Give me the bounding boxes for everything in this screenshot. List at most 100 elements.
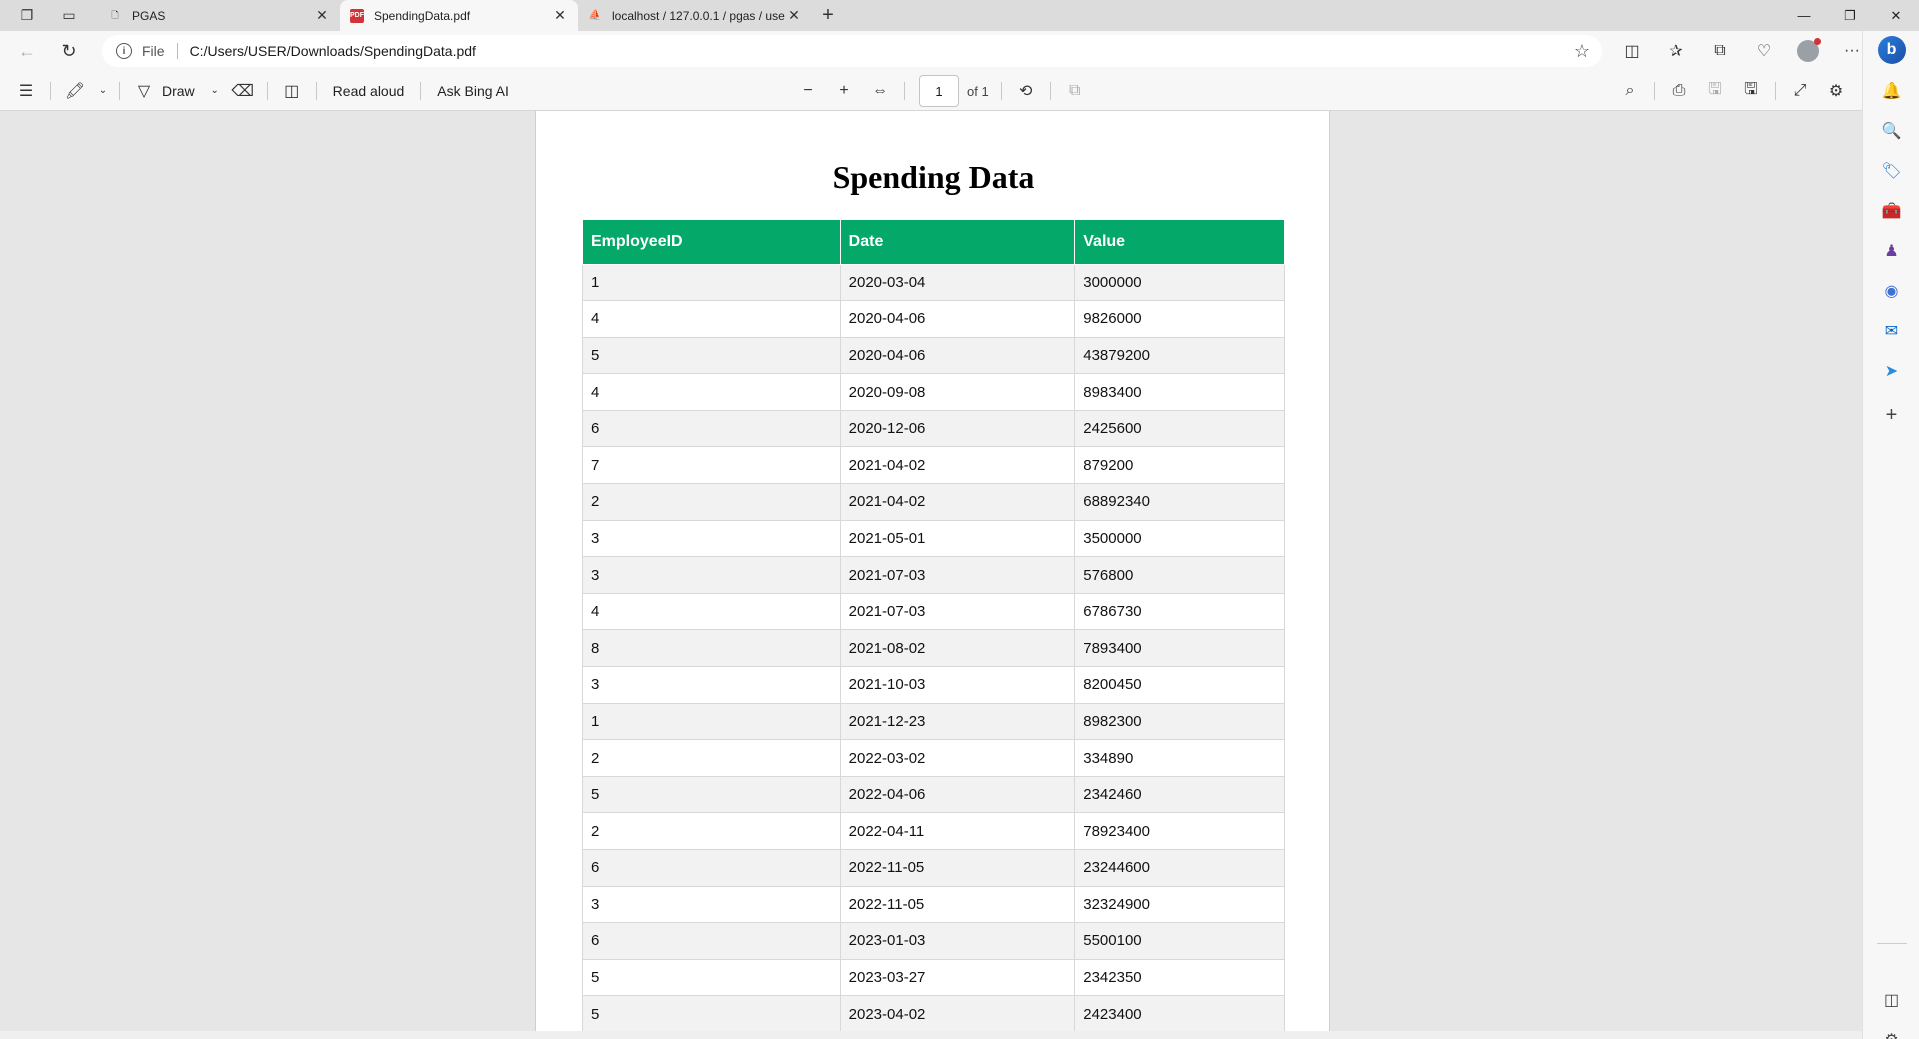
browser-essentials-icon[interactable]: ♡: [1742, 31, 1786, 71]
table-cell: 2023-03-27: [839, 958, 1076, 997]
restore-icon[interactable]: ❐: [1827, 0, 1873, 31]
tab-spendingdata[interactable]: PDF SpendingData.pdf ✕: [340, 0, 578, 31]
table-row: 5 2022-04-06 2342460: [582, 775, 1285, 814]
address-bar-row: ← ↻ i File C:/Users/USER/Downloads/Spend…: [0, 31, 1919, 71]
table-cell: 2022-03-02: [839, 739, 1076, 777]
table-cell: 5: [582, 775, 841, 814]
table-cell: 2023-04-02: [839, 995, 1076, 1031]
table-cell: 4: [582, 300, 841, 338]
divider: [904, 82, 905, 100]
highlight-icon[interactable]: 🖍: [57, 71, 93, 111]
close-tab-icon[interactable]: ✕: [552, 7, 568, 24]
table-cell: 2425600: [1074, 409, 1285, 448]
close-tab-icon[interactable]: ✕: [314, 7, 330, 24]
games-icon[interactable]: ♟: [1863, 235, 1919, 267]
pdf-toolbar: ☰ 🖍 ⌄ ▽ Draw ⌄ ⌫ ◫ Read aloud Ask Bing A…: [0, 71, 1862, 111]
contents-icon[interactable]: ☰: [8, 71, 44, 111]
draw-icon[interactable]: ▽: [126, 71, 162, 111]
table-row: 3 2022-11-05 32324900: [582, 885, 1285, 924]
page-view-icon[interactable]: ◫: [274, 71, 310, 111]
table-cell: 1: [582, 263, 841, 302]
shopping-icon[interactable]: 🏷: [1863, 155, 1919, 187]
chevron-down-icon[interactable]: ⌄: [93, 71, 113, 111]
table-cell: 879200: [1074, 446, 1285, 485]
table-cell: 1: [582, 702, 841, 741]
zoom-in-icon[interactable]: +: [826, 71, 862, 111]
chevron-down-icon[interactable]: ⌄: [205, 71, 225, 111]
add-icon[interactable]: +: [1863, 399, 1919, 431]
close-window-icon[interactable]: ✕: [1873, 0, 1919, 31]
back-button[interactable]: ←: [6, 31, 48, 71]
avatar[interactable]: [1797, 38, 1821, 62]
table-cell: 8982300: [1074, 702, 1285, 741]
divider: [176, 43, 178, 59]
favorites-icon[interactable]: ✰: [1654, 31, 1698, 71]
table-cell: 2020-12-06: [839, 409, 1076, 448]
drop-icon[interactable]: ➤: [1863, 355, 1919, 387]
zoom-out-icon[interactable]: −: [790, 71, 826, 111]
notifications-icon[interactable]: 🔔: [1863, 75, 1919, 107]
read-aloud-button[interactable]: Read aloud: [323, 71, 415, 111]
search-icon[interactable]: 🔍: [1863, 115, 1919, 147]
page-number-input[interactable]: 1: [919, 75, 959, 107]
bing-chat-button[interactable]: b: [1863, 34, 1919, 66]
search-icon[interactable]: ⌕: [1612, 71, 1648, 111]
table-cell: 2021-12-23: [839, 702, 1076, 741]
tools-icon[interactable]: 🧰: [1863, 195, 1919, 227]
eraser-icon[interactable]: ⌫: [225, 71, 261, 111]
hide-sidebar-icon[interactable]: ◫: [1863, 984, 1919, 1016]
table-cell: 6: [582, 409, 841, 448]
rotate-icon[interactable]: ⟲: [1008, 71, 1044, 111]
phpmyadmin-icon: ⛵: [588, 10, 602, 21]
save-icon[interactable]: 🖫: [1697, 71, 1733, 111]
minimize-icon[interactable]: —: [1781, 0, 1827, 31]
microsoft-365-icon[interactable]: ◉: [1863, 275, 1919, 307]
table-cell: 32324900: [1074, 885, 1285, 924]
document-title: Spending Data: [832, 159, 1035, 195]
table-row: 1 2021-12-23 8982300: [582, 702, 1285, 741]
settings-icon[interactable]: ⚙: [1818, 71, 1854, 111]
table-cell: 43879200: [1074, 336, 1285, 375]
favorite-star-icon[interactable]: ☆: [1574, 41, 1590, 62]
table-cell: 334890: [1074, 739, 1285, 777]
url-scheme: File: [142, 43, 165, 59]
address-bar[interactable]: i File C:/Users/USER/Downloads/SpendingD…: [102, 35, 1602, 67]
fit-width-icon[interactable]: ⇔: [862, 71, 898, 111]
table-cell: 8200450: [1074, 666, 1285, 704]
close-tab-icon[interactable]: ✕: [786, 7, 802, 24]
split-screen-icon[interactable]: ◫: [1610, 31, 1654, 71]
table-cell: 2021-07-03: [839, 592, 1076, 631]
new-tab-button[interactable]: +: [812, 0, 844, 31]
table-row: 2 2022-03-02 334890: [582, 739, 1285, 777]
table-row: 6 2023-01-03 5500100: [582, 922, 1285, 960]
outlook-icon[interactable]: ✉: [1863, 315, 1919, 347]
status-strip: [0, 1031, 1862, 1039]
table-row: 4 2020-09-08 8983400: [582, 373, 1285, 411]
table-row: 5 2023-04-02 2423400: [582, 995, 1285, 1031]
print-icon[interactable]: ⎙: [1661, 71, 1697, 111]
url-text[interactable]: C:/Users/USER/Downloads/SpendingData.pdf: [190, 43, 476, 59]
column-header: Value: [1074, 220, 1285, 265]
table-cell: 2022-11-05: [839, 885, 1076, 924]
pdf-right-actions: ⌕ ⎙ 🖫 🖫 ⤢ ⚙: [1612, 71, 1854, 111]
tab-title: SpendingData.pdf: [374, 8, 471, 23]
table-cell: 6786730: [1074, 592, 1285, 631]
tab-actions-icon[interactable]: ▭: [54, 0, 84, 31]
collections-icon[interactable]: ⧉: [1698, 31, 1742, 71]
table-cell: 2020-04-06: [839, 336, 1076, 375]
two-page-icon[interactable]: ⧉: [1057, 71, 1093, 111]
workspaces-icon[interactable]: ❐: [0, 0, 54, 31]
tab-pgas[interactable]: 🗋 PGAS ✕: [98, 0, 340, 31]
divider: [1654, 82, 1655, 100]
draw-button[interactable]: Draw: [162, 71, 205, 111]
fullscreen-icon[interactable]: ⤢: [1782, 71, 1818, 111]
tab-title: PGAS: [132, 8, 166, 23]
refresh-button[interactable]: ↻: [48, 31, 90, 71]
ask-bing-button[interactable]: Ask Bing AI: [427, 71, 519, 111]
pdf-viewer[interactable]: Spending Data EmployeeID Date Value 1 202…: [0, 111, 1862, 1031]
sidebar-settings-icon[interactable]: ⚙: [1863, 1024, 1919, 1039]
tab-localhost[interactable]: ⛵ localhost / 127.0.0.1 / pgas / use ✕: [578, 0, 812, 31]
save-as-icon[interactable]: 🖫: [1733, 71, 1769, 111]
info-icon[interactable]: i: [116, 43, 132, 59]
column-header: Date: [839, 220, 1076, 265]
